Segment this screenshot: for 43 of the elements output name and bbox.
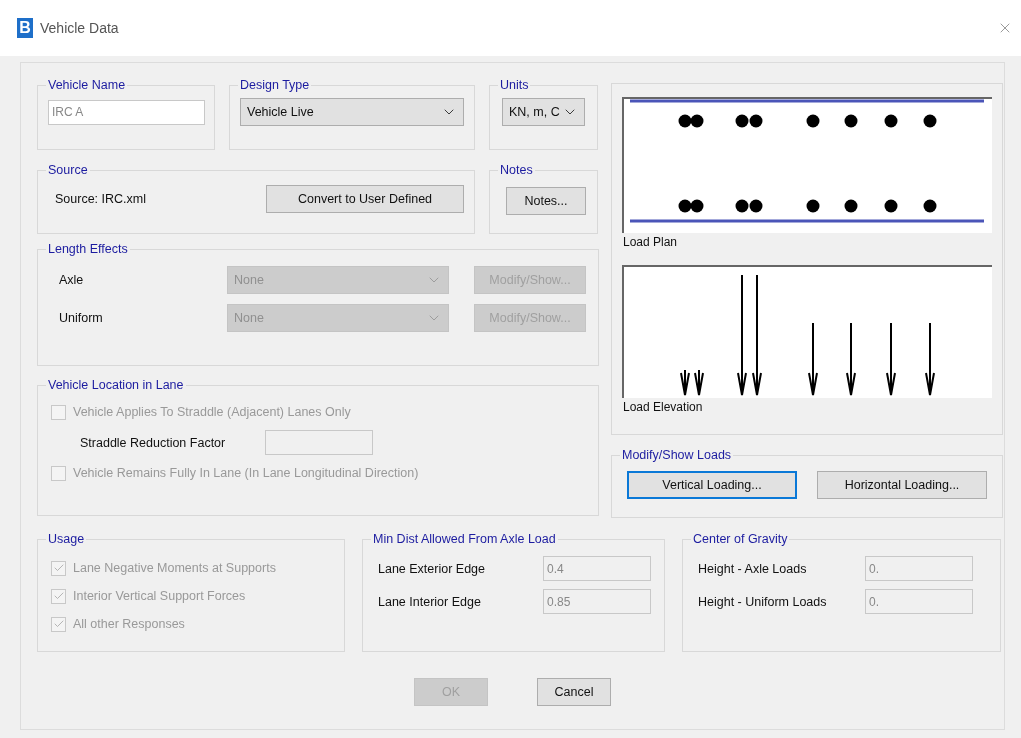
height-field[interactable]: 0. [865, 589, 973, 614]
checkbox-label: Lane Negative Moments at Supports [73, 561, 276, 575]
checkbox-label: Vehicle Remains Fully In Lane (In Lane Longitudinal Direction) [73, 466, 419, 480]
convert-button[interactable]: Convert to User Defined [266, 185, 464, 213]
checkbox-label: All other Responses [73, 617, 185, 631]
group-title: Units [499, 78, 530, 92]
notes-button[interactable]: Notes... [506, 187, 586, 215]
checkbox-label: Interior Vertical Support Forces [73, 589, 246, 603]
group-title: Length Effects [47, 242, 129, 256]
group-title: Min Dist Allowed From Axle Load [372, 532, 557, 546]
check-icon [52, 590, 65, 602]
checkbox-label: Vehicle Applies To Straddle (Adjacent) Lanes Only [73, 405, 351, 419]
row-label: Lane Interior Edge [378, 594, 482, 609]
dialog-button[interactable]: Cancel [537, 678, 611, 706]
row-label: Height - Axle Loads [698, 561, 808, 576]
row-label: Uniform [59, 311, 104, 325]
units-dropdown[interactable]: KN, m, C [502, 98, 585, 126]
vehicle-name-field[interactable]: IRC A [48, 99, 205, 125]
check-icon [52, 562, 65, 574]
height-field[interactable]: 0. [865, 556, 973, 581]
row-label: Lane Exterior Edge [378, 561, 486, 576]
source-text: Source: IRC.xml [55, 192, 146, 206]
distance-field[interactable]: 0.85 [543, 589, 651, 614]
group-title: Vehicle Name [47, 78, 127, 92]
app-logo: B [17, 18, 33, 38]
window-title: Vehicle Data [40, 20, 120, 36]
plan-caption: Load Plan [623, 235, 678, 249]
group-title: Notes [499, 163, 534, 177]
group-title: Design Type [239, 78, 311, 92]
loading-button[interactable]: Vertical Loading... [627, 471, 797, 499]
group-title: Modify/Show Loads [621, 448, 733, 462]
field-label: Straddle Reduction Factor [80, 435, 227, 450]
distance-field[interactable]: 0.4 [543, 556, 651, 581]
group-title: Center of Gravity [692, 532, 789, 546]
loading-button[interactable]: Horizontal Loading... [817, 471, 987, 499]
row-label: Axle [59, 273, 85, 287]
group-title: Source [47, 163, 89, 177]
row-label: Height - Uniform Loads [698, 594, 828, 609]
check-icon [52, 618, 65, 630]
elevation-caption: Load Elevation [623, 400, 703, 414]
group-title: Usage [47, 532, 86, 546]
design-type-dropdown[interactable]: Vehicle Live [240, 98, 464, 126]
group-title: Vehicle Location in Lane [47, 378, 185, 392]
